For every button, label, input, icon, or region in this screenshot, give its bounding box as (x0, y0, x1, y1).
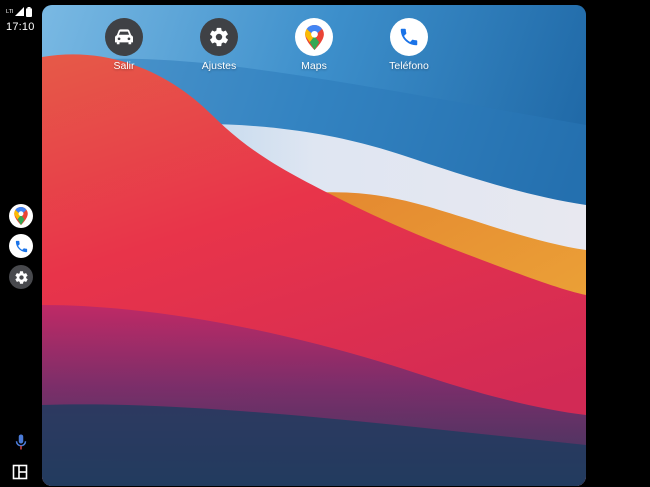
maps-pin-icon (14, 207, 28, 225)
app-ajustes-label: Ajustes (201, 60, 237, 72)
phone-icon (400, 28, 418, 46)
status-bar: LTE 17:10 (6, 6, 38, 33)
voice-assistant-button[interactable] (12, 433, 30, 456)
status-time: 17:10 (6, 21, 35, 33)
gear-icon (14, 270, 28, 284)
app-salir-label: Salir (113, 60, 135, 72)
phone-icon (15, 240, 27, 252)
left-rail: LTE 17:10 (0, 0, 42, 487)
app-maps[interactable]: Maps (274, 18, 354, 72)
lte-icon: LTE (6, 9, 13, 15)
app-launcher-row: Salir Ajustes Maps Teléfono (42, 18, 586, 88)
maps-pin-icon (304, 24, 324, 50)
car-icon (115, 29, 133, 45)
battery-icon (26, 6, 32, 17)
gear-icon (210, 27, 228, 47)
signal-icon (15, 7, 24, 16)
split-screen-button[interactable] (12, 464, 28, 485)
app-telefono-tile[interactable] (390, 18, 428, 56)
svg-text:LTE: LTE (6, 9, 13, 15)
microphone-icon (15, 434, 27, 450)
app-maps-tile[interactable] (295, 18, 333, 56)
split-layout-icon (12, 464, 28, 480)
app-salir-tile[interactable] (105, 18, 143, 56)
rail-settings-button[interactable] (9, 265, 33, 289)
rail-phone-button[interactable] (9, 234, 33, 258)
app-telefono[interactable]: Teléfono (369, 18, 449, 72)
app-telefono-label: Teléfono (389, 60, 429, 72)
app-salir[interactable]: Salir (84, 18, 164, 72)
home-screen-panel: Salir Ajustes Maps Teléfono (42, 5, 586, 486)
rail-maps-button[interactable] (9, 204, 33, 228)
app-ajustes[interactable]: Ajustes (179, 18, 259, 72)
app-maps-label: Maps (301, 60, 327, 72)
app-ajustes-tile[interactable] (200, 18, 238, 56)
